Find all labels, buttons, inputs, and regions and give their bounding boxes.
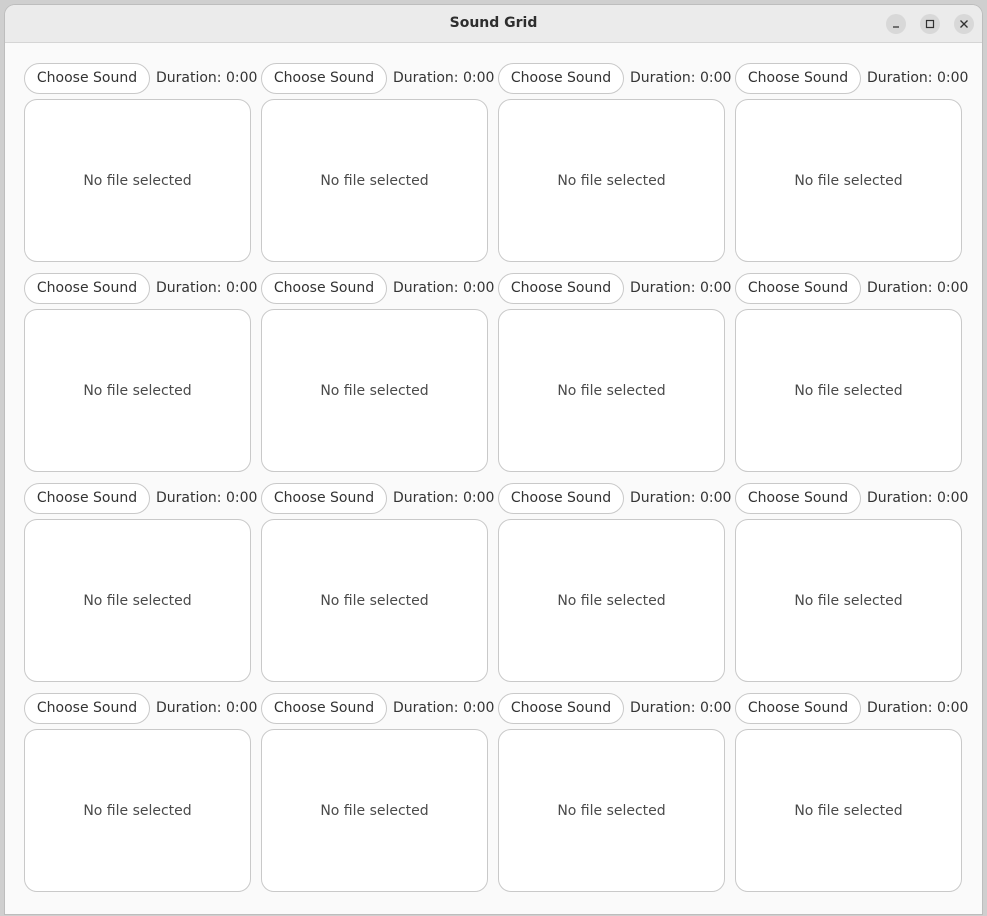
duration-label: Duration: 0:00 (393, 490, 495, 506)
sound-cell: Choose Sound Duration: 0:00 No file sele… (24, 63, 257, 263)
sound-file-area[interactable]: No file selected (498, 519, 725, 682)
choose-sound-button[interactable]: Choose Sound (24, 63, 150, 94)
sound-file-area[interactable]: No file selected (261, 519, 488, 682)
choose-sound-button[interactable]: Choose Sound (735, 483, 861, 514)
choose-sound-button[interactable]: Choose Sound (24, 483, 150, 514)
file-status-label: No file selected (320, 802, 429, 819)
sound-file-area[interactable]: No file selected (735, 519, 962, 682)
close-button[interactable] (954, 14, 974, 34)
sound-file-area[interactable]: No file selected (24, 99, 251, 262)
file-status-label: No file selected (557, 802, 666, 819)
close-icon (960, 20, 968, 28)
duration-label: Duration: 0:00 (156, 700, 258, 716)
choose-sound-button[interactable]: Choose Sound (261, 693, 387, 724)
sound-file-area[interactable]: No file selected (498, 99, 725, 262)
choose-sound-button[interactable]: Choose Sound (261, 63, 387, 94)
choose-sound-button[interactable]: Choose Sound (261, 483, 387, 514)
maximize-icon (925, 19, 935, 29)
duration-label: Duration: 0:00 (156, 70, 258, 86)
file-status-label: No file selected (794, 382, 903, 399)
sound-cell: Choose Sound Duration: 0:00 No file sele… (498, 693, 731, 893)
choose-sound-button[interactable]: Choose Sound (735, 63, 861, 94)
sound-cell: Choose Sound Duration: 0:00 No file sele… (261, 693, 494, 893)
duration-label: Duration: 0:00 (630, 70, 732, 86)
file-status-label: No file selected (320, 172, 429, 189)
file-status-label: No file selected (794, 592, 903, 609)
choose-sound-button[interactable]: Choose Sound (24, 273, 150, 304)
sound-cell: Choose Sound Duration: 0:00 No file sele… (24, 693, 257, 893)
choose-sound-button[interactable]: Choose Sound (498, 273, 624, 304)
duration-label: Duration: 0:00 (393, 280, 495, 296)
file-status-label: No file selected (557, 382, 666, 399)
sound-file-area[interactable]: No file selected (735, 729, 962, 892)
duration-label: Duration: 0:00 (867, 700, 969, 716)
file-status-label: No file selected (557, 172, 666, 189)
sound-file-area[interactable]: No file selected (735, 99, 962, 262)
duration-label: Duration: 0:00 (156, 280, 258, 296)
window-title: Sound Grid (449, 15, 538, 31)
app-window: Sound Grid Choose Sound Duration: 0:00 N… (5, 5, 982, 914)
file-status-label: No file selected (83, 172, 192, 189)
minimize-icon (893, 26, 899, 28)
file-status-label: No file selected (320, 592, 429, 609)
sound-cell: Choose Sound Duration: 0:00 No file sele… (735, 693, 968, 893)
sound-cell: Choose Sound Duration: 0:00 No file sele… (498, 483, 731, 683)
title-bar[interactable]: Sound Grid (5, 5, 982, 43)
file-status-label: No file selected (320, 382, 429, 399)
sound-file-area[interactable]: No file selected (261, 99, 488, 262)
sound-cell: Choose Sound Duration: 0:00 No file sele… (498, 63, 731, 263)
sound-cell: Choose Sound Duration: 0:00 No file sele… (261, 273, 494, 473)
choose-sound-button[interactable]: Choose Sound (735, 693, 861, 724)
sound-file-area[interactable]: No file selected (735, 309, 962, 472)
duration-label: Duration: 0:00 (156, 490, 258, 506)
sound-file-area[interactable]: No file selected (261, 729, 488, 892)
sound-file-area[interactable]: No file selected (498, 309, 725, 472)
file-status-label: No file selected (83, 382, 192, 399)
file-status-label: No file selected (557, 592, 666, 609)
sound-cell: Choose Sound Duration: 0:00 No file sele… (24, 483, 257, 683)
maximize-button[interactable] (920, 14, 940, 34)
sound-file-area[interactable]: No file selected (24, 519, 251, 682)
sound-file-area[interactable]: No file selected (24, 309, 251, 472)
duration-label: Duration: 0:00 (867, 490, 969, 506)
sound-grid: Choose Sound Duration: 0:00 No file sele… (24, 63, 968, 893)
sound-cell: Choose Sound Duration: 0:00 No file sele… (261, 63, 494, 263)
sound-file-area[interactable]: No file selected (24, 729, 251, 892)
duration-label: Duration: 0:00 (393, 700, 495, 716)
sound-cell: Choose Sound Duration: 0:00 No file sele… (498, 273, 731, 473)
sound-cell: Choose Sound Duration: 0:00 No file sele… (24, 273, 257, 473)
choose-sound-button[interactable]: Choose Sound (498, 63, 624, 94)
file-status-label: No file selected (83, 592, 192, 609)
choose-sound-button[interactable]: Choose Sound (261, 273, 387, 304)
duration-label: Duration: 0:00 (867, 70, 969, 86)
choose-sound-button[interactable]: Choose Sound (498, 693, 624, 724)
sound-cell: Choose Sound Duration: 0:00 No file sele… (261, 483, 494, 683)
duration-label: Duration: 0:00 (867, 280, 969, 296)
sound-file-area[interactable]: No file selected (261, 309, 488, 472)
duration-label: Duration: 0:00 (630, 280, 732, 296)
file-status-label: No file selected (83, 802, 192, 819)
duration-label: Duration: 0:00 (630, 490, 732, 506)
minimize-button[interactable] (886, 14, 906, 34)
choose-sound-button[interactable]: Choose Sound (498, 483, 624, 514)
choose-sound-button[interactable]: Choose Sound (24, 693, 150, 724)
file-status-label: No file selected (794, 802, 903, 819)
sound-cell: Choose Sound Duration: 0:00 No file sele… (735, 483, 968, 683)
choose-sound-button[interactable]: Choose Sound (735, 273, 861, 304)
sound-file-area[interactable]: No file selected (498, 729, 725, 892)
sound-cell: Choose Sound Duration: 0:00 No file sele… (735, 273, 968, 473)
duration-label: Duration: 0:00 (393, 70, 495, 86)
file-status-label: No file selected (794, 172, 903, 189)
sound-cell: Choose Sound Duration: 0:00 No file sele… (735, 63, 968, 263)
duration-label: Duration: 0:00 (630, 700, 732, 716)
